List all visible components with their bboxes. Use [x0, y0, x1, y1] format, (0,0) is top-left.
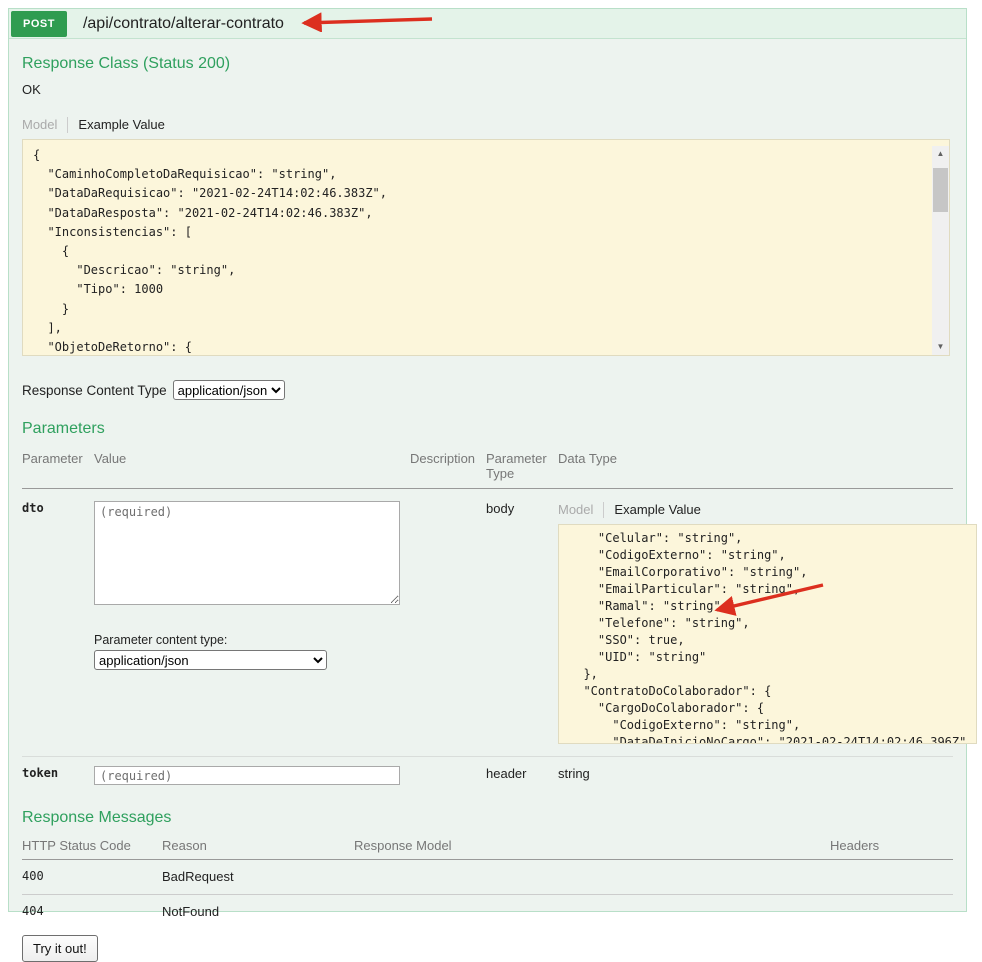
dto-description	[410, 501, 486, 744]
parameters-header-row: Parameter Value Description Parameter Ty…	[22, 451, 953, 489]
parameter-name: dto	[22, 501, 94, 744]
response-class-tabbar: Model Example Value	[22, 116, 953, 133]
try-it-out-button[interactable]: Try it out!	[22, 935, 98, 962]
http-method-badge: POST	[11, 11, 67, 37]
col-http-status-code: HTTP Status Code	[22, 838, 162, 853]
response-class-status: OK	[22, 82, 953, 97]
status-code: 404	[22, 904, 162, 919]
parameter-content-type-label: Parameter content type:	[94, 633, 410, 647]
col-parameter: Parameter	[22, 451, 94, 481]
col-value: Value	[94, 451, 410, 481]
scrollbar-up-icon[interactable]: ▲	[932, 146, 949, 162]
parameters-title: Parameters	[22, 420, 953, 438]
scrollbar-vertical[interactable]: ▲ ▼	[932, 146, 949, 355]
response-class-title: Response Class (Status 200)	[22, 55, 953, 73]
dto-schema-tabbar: Model Example Value	[558, 501, 963, 518]
col-reason: Reason	[162, 838, 354, 853]
headers-value	[830, 869, 953, 884]
tab-separator	[67, 117, 68, 133]
endpoint-path[interactable]: /api/contrato/alterar-contrato	[83, 15, 284, 33]
operation-heading[interactable]: POST /api/contrato/alterar-contrato	[9, 9, 966, 39]
response-message-row: 400 BadRequest	[22, 860, 953, 895]
parameter-name: token	[22, 766, 94, 785]
response-messages-header-row: HTTP Status Code Reason Response Model H…	[22, 838, 953, 860]
scrollbar-thumb[interactable]	[933, 168, 948, 212]
parameter-content-type-select[interactable]: application/json	[94, 650, 327, 670]
parameter-row-dto: dto Parameter content type: application/…	[22, 489, 953, 757]
tab-example-value[interactable]: Example Value	[78, 117, 164, 132]
response-model	[354, 869, 830, 884]
tab-model[interactable]: Model	[558, 502, 593, 517]
response-messages-title: Response Messages	[22, 809, 953, 827]
token-data-type: string	[558, 766, 953, 785]
reason: NotFound	[162, 904, 354, 919]
col-parameter-type: Parameter Type	[486, 451, 558, 481]
reason: BadRequest	[162, 869, 354, 884]
tab-example-value[interactable]: Example Value	[614, 502, 700, 517]
response-example-code: { "CaminhoCompletoDaRequisicao": "string…	[22, 139, 950, 356]
dto-parameter-type: body	[486, 501, 558, 744]
parameter-row-token: token header string	[22, 757, 953, 795]
operation-content: Response Class (Status 200) OK Model Exa…	[9, 55, 966, 962]
api-operation-panel: POST /api/contrato/alterar-contrato Resp…	[8, 8, 967, 912]
tab-separator	[603, 502, 604, 518]
col-headers: Headers	[830, 838, 953, 853]
response-content-type-select[interactable]: application/json	[173, 380, 285, 400]
dto-example-code: "Celular": "string", "CodigoExterno": "s…	[558, 524, 977, 744]
tab-model[interactable]: Model	[22, 117, 57, 132]
scrollbar-down-icon[interactable]: ▼	[932, 339, 949, 355]
col-description: Description	[410, 451, 486, 481]
status-code: 400	[22, 869, 162, 884]
response-example-container: { "CaminhoCompletoDaRequisicao": "string…	[22, 139, 953, 356]
col-response-model: Response Model	[354, 838, 830, 853]
response-model	[354, 904, 830, 919]
col-data-type: Data Type	[558, 451, 953, 481]
token-description	[410, 766, 486, 785]
response-message-row: 404 NotFound	[22, 895, 953, 929]
response-content-type-label: Response Content Type	[22, 383, 167, 398]
token-parameter-type: header	[486, 766, 558, 785]
token-value-input[interactable]	[94, 766, 400, 785]
headers-value	[830, 904, 953, 919]
dto-value-textarea[interactable]	[94, 501, 400, 605]
